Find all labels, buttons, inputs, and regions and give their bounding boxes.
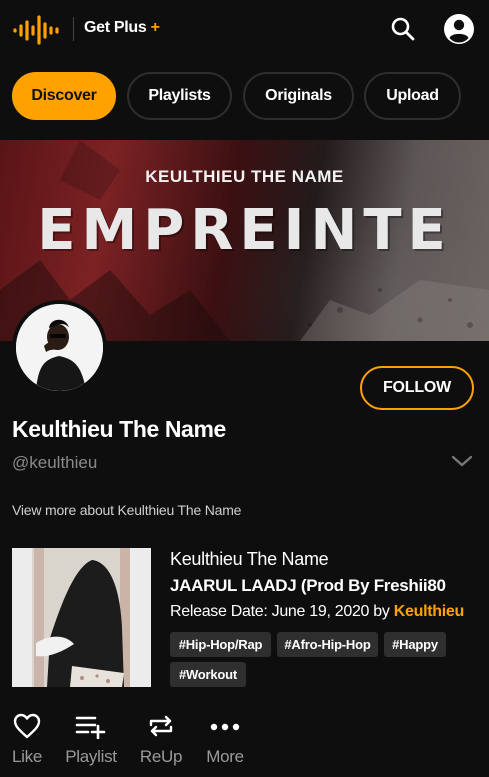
nav-tabs: Discover Playlists Originals Upload [12, 72, 489, 120]
artist-avatar[interactable] [12, 300, 107, 395]
get-plus-symbol: + [150, 19, 160, 36]
view-more-link[interactable]: View more about Keulthieu The Name [12, 502, 241, 518]
like-label: Like [12, 747, 42, 766]
add-to-playlist-button[interactable]: Playlist [63, 712, 119, 767]
playlist-label: Playlist [65, 747, 117, 766]
more-button[interactable]: More [202, 712, 248, 767]
user-circle-icon[interactable] [443, 13, 475, 45]
tag-hip-hop-rap[interactable]: #Hip-Hop/Rap [170, 632, 271, 657]
release-by-link[interactable]: Keulthieu [394, 603, 465, 620]
artist-handle: @keulthieu [12, 453, 98, 472]
top-bar: Get Plus + [0, 0, 489, 62]
release-date: Release Date: June 19, 2020 by [170, 603, 394, 620]
reup-button[interactable]: ReUp [139, 712, 183, 767]
get-plus-link[interactable]: Get Plus + [84, 19, 160, 37]
more-dots-icon [210, 723, 240, 731]
repost-icon [149, 715, 173, 737]
release-info: Release Date: June 19, 2020 by Keulthieu [170, 603, 475, 621]
tag-workout[interactable]: #Workout [170, 662, 246, 687]
artist-photo [16, 304, 103, 391]
reup-label: ReUp [139, 747, 183, 766]
tab-playlists[interactable]: Playlists [127, 72, 232, 120]
more-label: More [206, 747, 244, 766]
track-cover-image [12, 548, 151, 687]
tab-originals[interactable]: Originals [243, 72, 354, 120]
banner-album-title: EMPREINTE [37, 198, 452, 263]
action-bar: Like Playlist ReUp More [0, 712, 489, 777]
follow-button[interactable]: FOLLOW [360, 366, 474, 410]
brand-divider [73, 17, 74, 41]
tab-upload[interactable]: Upload [364, 72, 461, 120]
track-title[interactable]: JAARUL LAADJ (Prod By Freshii80 [170, 576, 475, 596]
tag-afro-hip-hop[interactable]: #Afro-Hip-Hop [277, 632, 378, 657]
tag-happy[interactable]: #Happy [384, 632, 446, 657]
track-artist[interactable]: Keulthieu The Name [170, 549, 329, 570]
heart-icon [13, 713, 41, 739]
artist-name: Keulthieu The Name [12, 416, 226, 442]
audiomack-logo-icon[interactable] [12, 14, 62, 46]
like-button[interactable]: Like [8, 712, 46, 767]
tab-discover[interactable]: Discover [12, 72, 116, 120]
banner-artist-name: KEULTHIEU THE NAME [145, 167, 344, 186]
search-icon[interactable] [390, 16, 416, 42]
get-plus-label: Get Plus [84, 19, 147, 36]
chevron-down-icon[interactable] [450, 452, 474, 470]
track-artwork[interactable] [12, 548, 151, 687]
add-to-playlist-icon [75, 716, 106, 739]
